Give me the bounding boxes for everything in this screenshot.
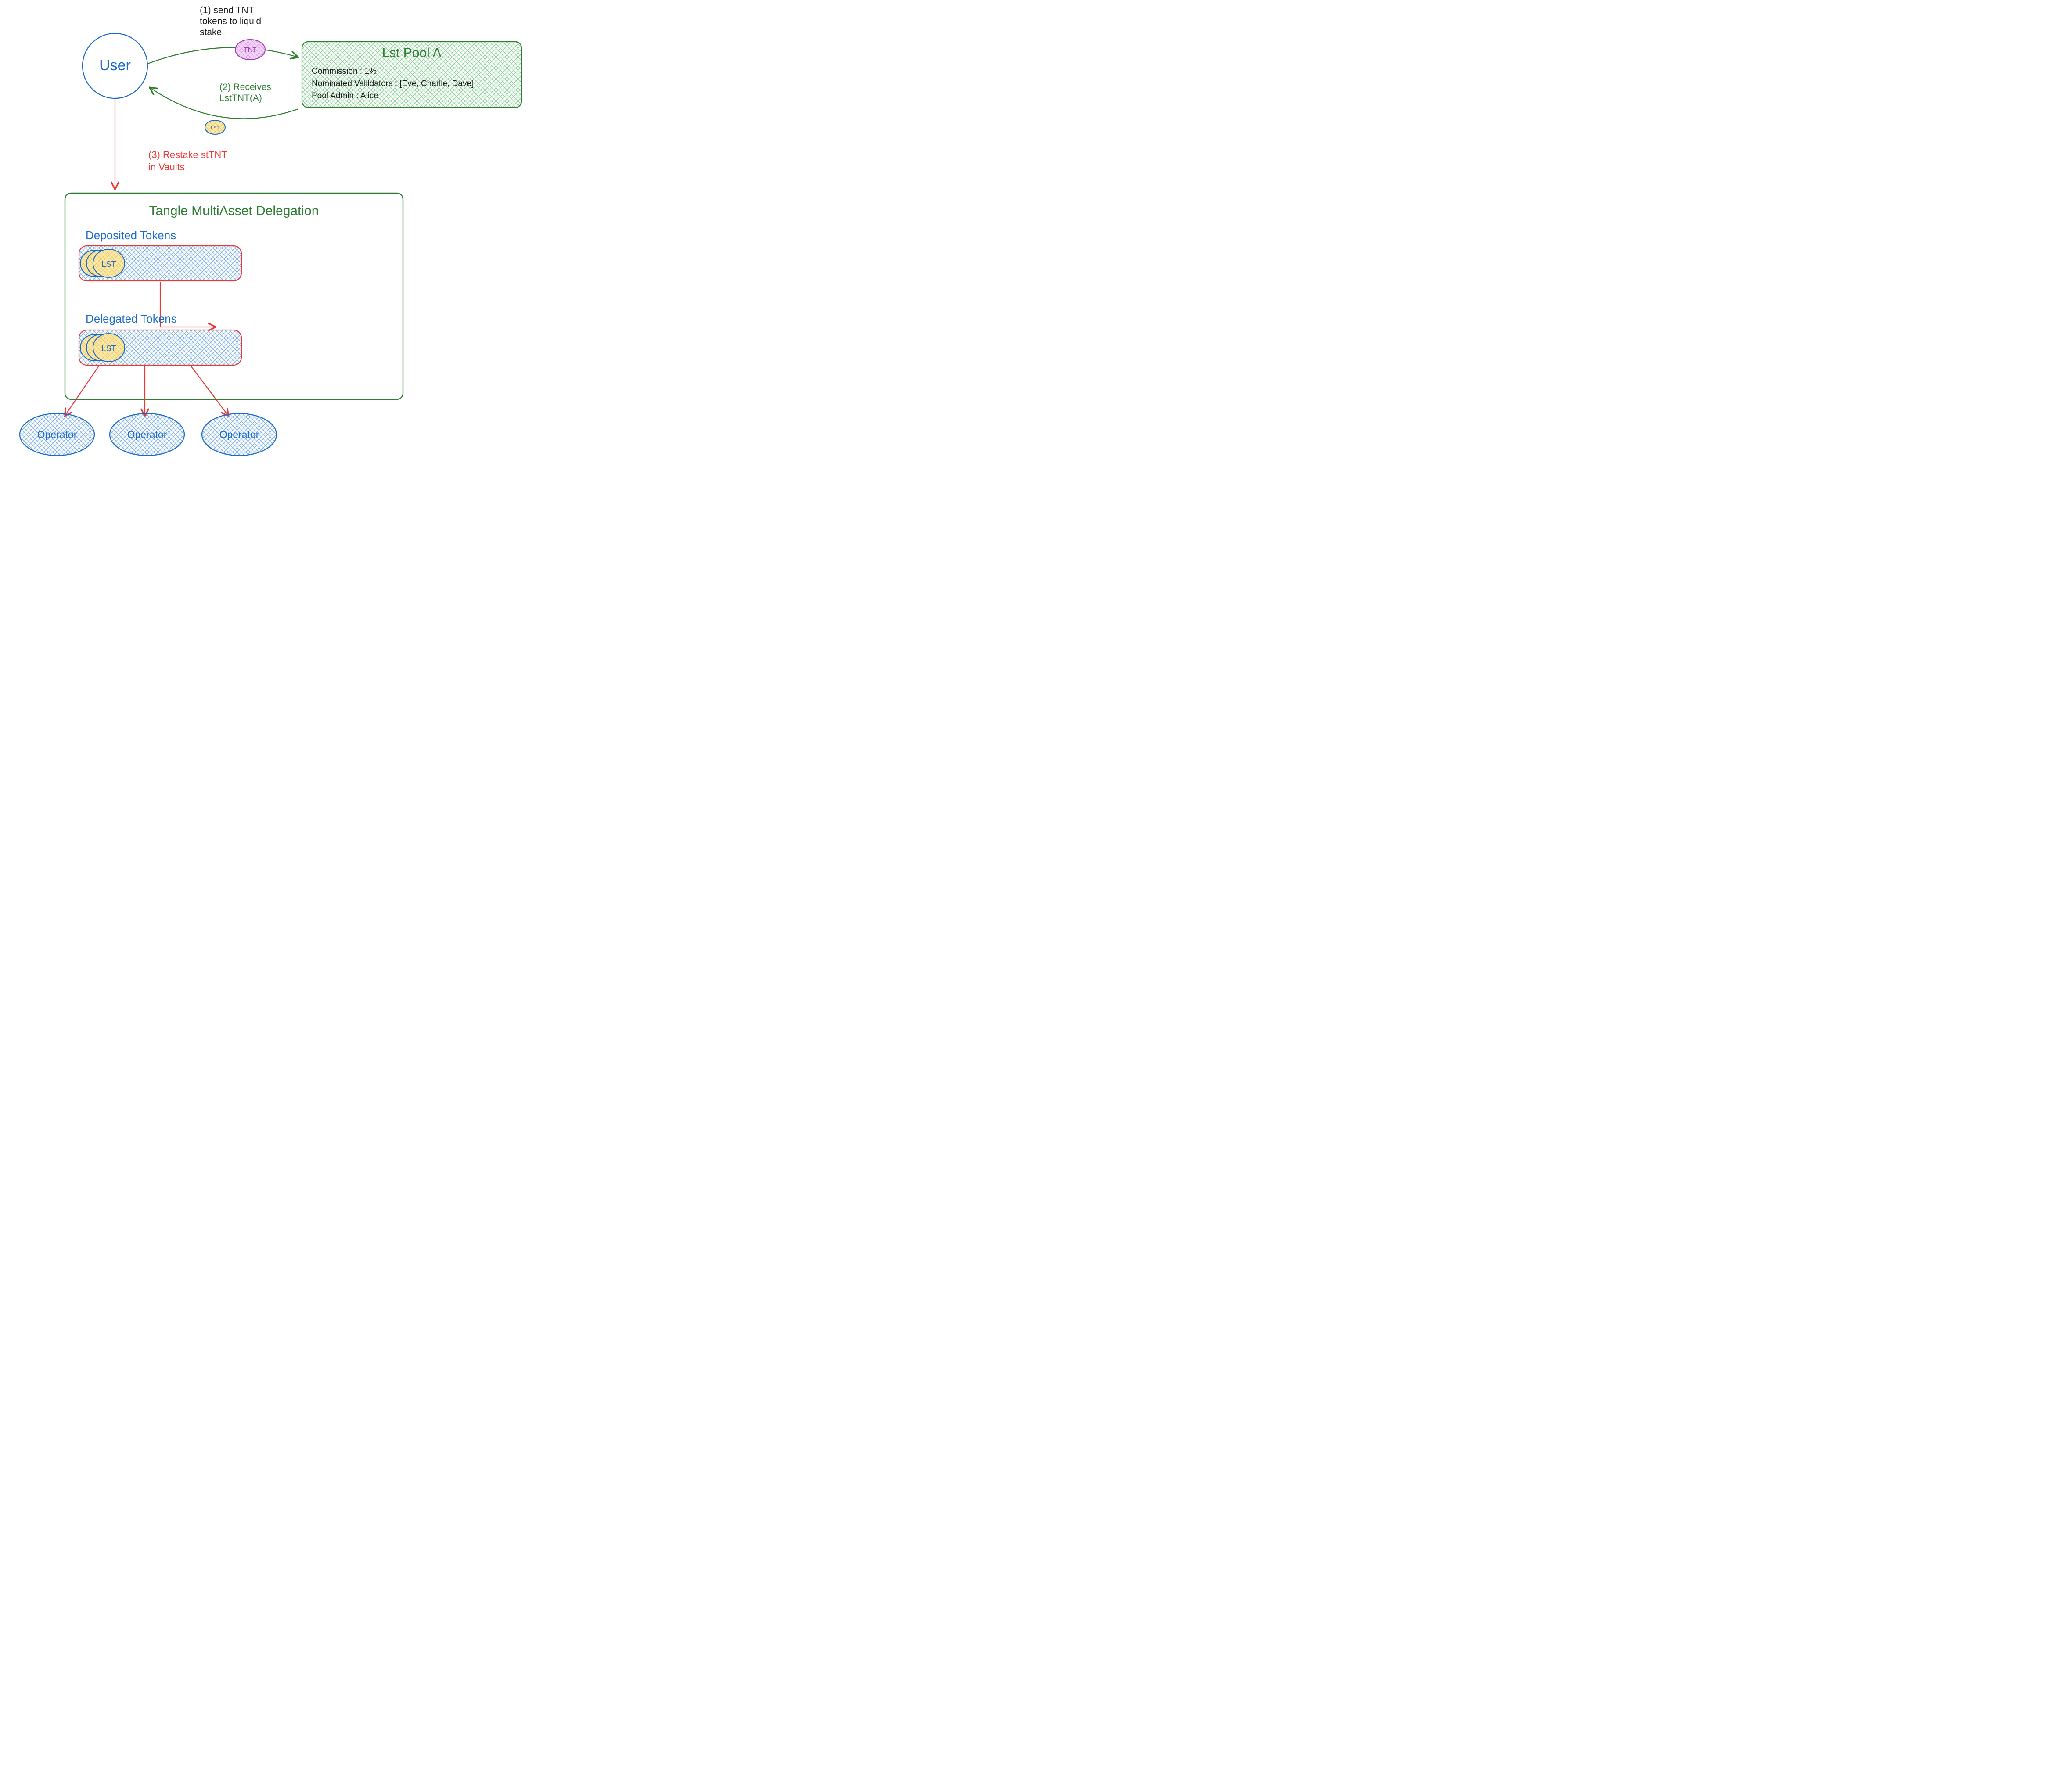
operator-1: Operator: [20, 413, 94, 456]
lst-pool-title: Lst Pool A: [382, 46, 441, 60]
lst-token-return: LST: [205, 120, 225, 134]
step2-caption: (2) Receives LstTNT(A): [219, 82, 271, 103]
svg-text:tokens to liquid: tokens to liquid: [200, 16, 261, 26]
operator-2: Operator: [110, 413, 184, 456]
lst-token-return-label: LST: [211, 126, 219, 131]
user-node: User: [83, 33, 147, 98]
delegated-tokens-slot: LST: [79, 330, 241, 365]
pool-commission: Commission : 1%: [312, 67, 377, 76]
operator-2-label: Operator: [127, 429, 167, 440]
delegated-label: Delegated Tokens: [86, 312, 177, 325]
delegation-title: Tangle MultiAsset Delegation: [149, 204, 319, 218]
lst-pool-box: Lst Pool A Commission : 1% Nominated Val…: [302, 42, 521, 108]
step1-caption: (1) send TNT tokens to liquid stake: [200, 5, 261, 37]
deposited-label: Deposited Tokens: [86, 229, 176, 242]
operator-3-label: Operator: [219, 429, 259, 440]
delegated-token-label: LST: [101, 344, 116, 353]
svg-text:LstTNT(A): LstTNT(A): [219, 93, 262, 103]
operator-1-label: Operator: [37, 429, 77, 440]
arrow-step2: [150, 88, 298, 119]
svg-text:(2) Receives: (2) Receives: [219, 82, 271, 92]
tnt-token-label: TNT: [244, 46, 256, 54]
svg-text:in Vaults: in Vaults: [148, 162, 185, 172]
step3-caption: (3) Restake stTNT in Vaults: [148, 149, 227, 172]
tnt-token: TNT: [235, 40, 265, 60]
deposited-token-label: LST: [101, 260, 116, 269]
svg-text:(1) send TNT: (1) send TNT: [200, 5, 254, 15]
pool-admin: Pool Admin : Alice: [312, 91, 378, 101]
svg-text:stake: stake: [200, 27, 222, 37]
arrow-step1: [148, 47, 298, 64]
user-label: User: [99, 57, 131, 74]
operator-3: Operator: [202, 413, 277, 456]
deposited-tokens-slot: LST: [79, 246, 241, 281]
pool-validators: Nominated Valildators : [Eve, Charlie, D…: [312, 79, 474, 88]
arrow-to-op1: [65, 366, 99, 416]
delegation-box: Tangle MultiAsset Delegation Deposited T…: [65, 193, 403, 399]
svg-text:(3) Restake stTNT: (3) Restake stTNT: [148, 149, 227, 160]
arrow-to-op3: [191, 366, 228, 416]
